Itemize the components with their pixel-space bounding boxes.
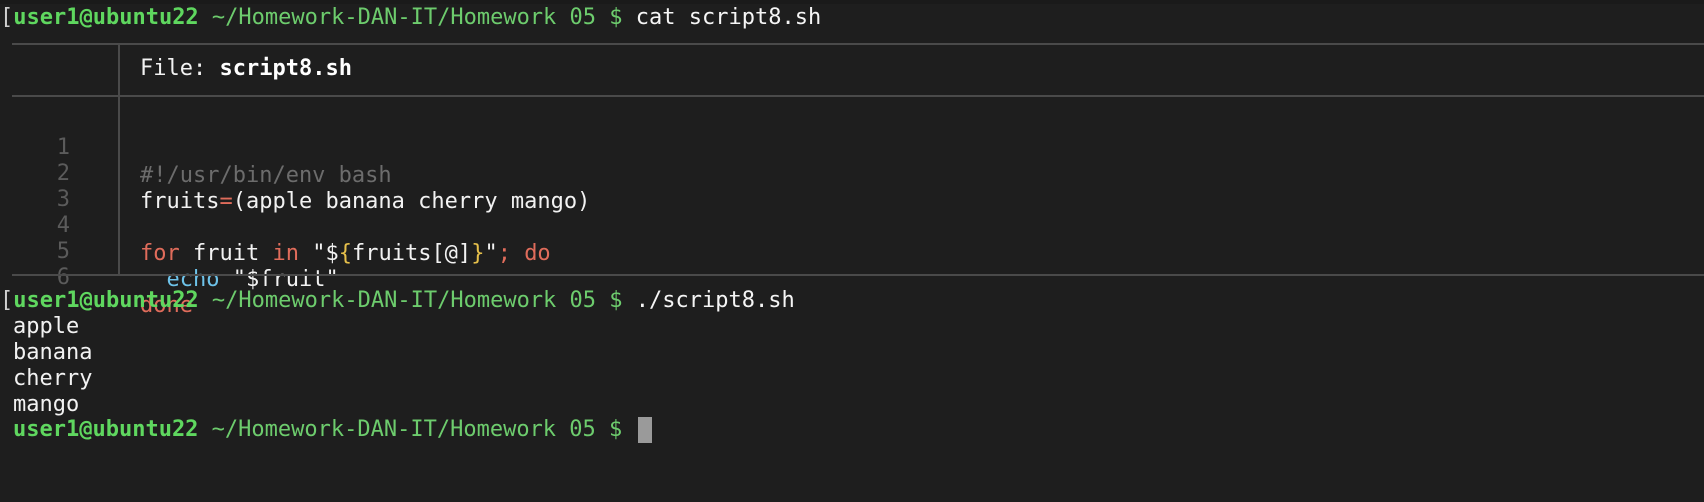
output-line: banana (13, 340, 93, 365)
frame-header-divider (118, 44, 120, 96)
prompt-line-3[interactable]: user1@ubuntu22 ~/Homework-DAN-IT/Homewor… (13, 416, 652, 444)
output-line: cherry (13, 366, 93, 391)
prompt-line-2: [user1@ubuntu22 ~/Homework-DAN-IT/Homewo… (0, 287, 795, 315)
code-line-2: 2 fruits=(apple banana cherry mango) (0, 132, 1704, 214)
command-run-script: ./script8.sh (635, 288, 795, 313)
prompt-line-1: [user1@ubuntu22 ~/Homework-DAN-IT/Homewo… (0, 4, 821, 32)
file-label: File: (140, 56, 220, 81)
code-line-4: 4 for fruit in "${fruits[@]}"; do (0, 184, 1704, 266)
prompt-path: ~/Homework-DAN-IT/Homework 05 $ (198, 288, 636, 313)
file-name: script8.sh (219, 56, 352, 81)
terminal-cursor[interactable] (637, 417, 652, 443)
command-cat: cat script8.sh (635, 5, 822, 30)
prompt-user-host: user1@ubuntu22 (13, 417, 199, 442)
code-line-5: 5 echo "$fruit" (0, 210, 1704, 292)
frame-header-rule (12, 95, 1704, 97)
output-line: apple (13, 314, 80, 339)
code-line-1: 1 #!/usr/bin/env bash (0, 106, 1704, 188)
frame-bottom-rule (12, 274, 1704, 276)
prompt-bracket: [ (0, 288, 14, 313)
prompt-user-host: user1@ubuntu22 (13, 5, 199, 30)
prompt-path: ~/Homework-DAN-IT/Homework 05 $ (198, 417, 636, 442)
prompt-user-host: user1@ubuntu22 (13, 288, 199, 313)
file-header: File: script8.sh (140, 55, 352, 83)
code-line-3: 3 (0, 158, 1704, 212)
code-line-6: 6 done (0, 236, 1704, 318)
output-line: mango (13, 392, 80, 417)
prompt-path: ~/Homework-DAN-IT/Homework 05 $ (198, 5, 636, 30)
prompt-bracket: [ (0, 5, 14, 30)
frame-top-rule (12, 43, 1704, 45)
